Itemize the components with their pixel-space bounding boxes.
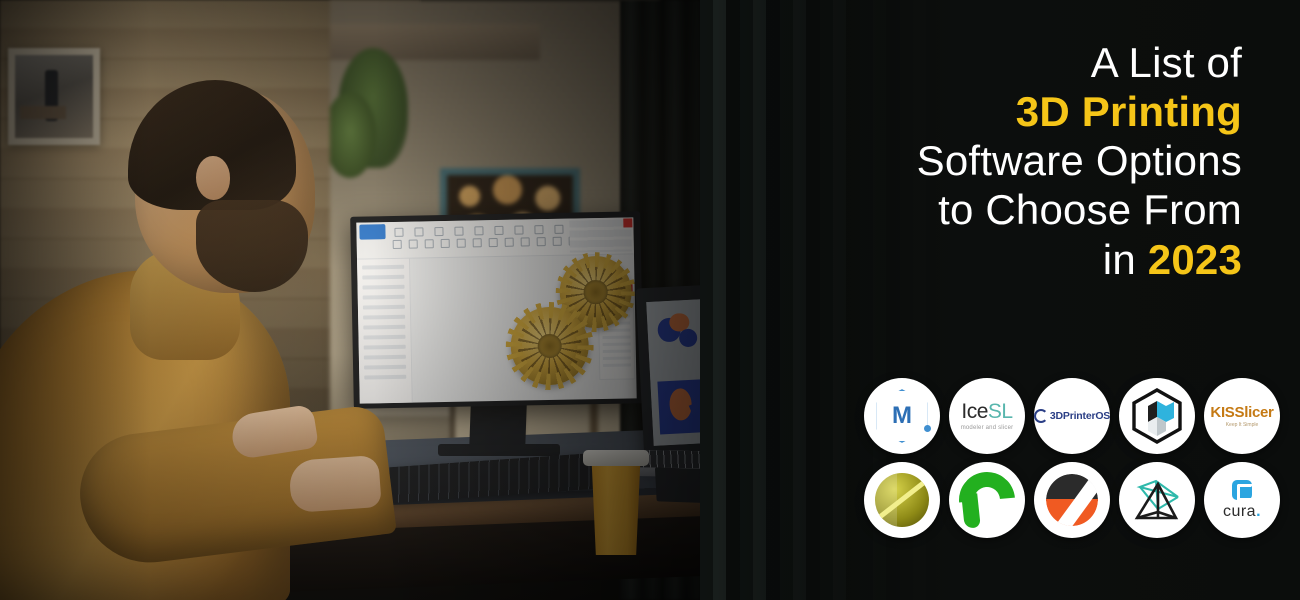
logo-slic3r[interactable]	[864, 462, 940, 538]
hexagon-cube-icon	[1128, 387, 1186, 445]
icesl-name-accent: SL	[987, 400, 1013, 423]
icesl-tagline: modeler and slicer	[960, 425, 1014, 431]
person-beard	[196, 200, 308, 292]
headline-line-5: in 2023	[772, 235, 1242, 284]
person-right-hand	[288, 454, 382, 514]
logo-row-1: M IceSL modeler and slicer 3DPrinterOS K…	[840, 378, 1280, 454]
close-icon[interactable]	[623, 218, 633, 228]
cad-model-gear-lower	[505, 301, 595, 391]
3dprinteros-wordmark: 3DPrinterOS	[1034, 409, 1110, 423]
logo-icesl[interactable]: IceSL modeler and slicer	[949, 378, 1025, 454]
coffee-cup	[591, 455, 641, 555]
teal-pyramid-wireframe-icon	[1128, 475, 1186, 525]
person-at-desk	[0, 60, 397, 600]
icesl-name: Ice	[961, 400, 988, 423]
headline-line-4: to Choose From	[938, 186, 1242, 234]
cura-name: cura	[1222, 503, 1257, 520]
sliced-sphere-icon	[875, 473, 929, 527]
kisslicer-wordmark: KISSlicer Keep It Simple	[1210, 405, 1273, 428]
headline-line-2: 3D Printing	[1015, 88, 1242, 136]
headline-year: 2023	[1147, 235, 1242, 283]
monitor-base	[438, 444, 560, 456]
logo-cura[interactable]: cura.	[1204, 462, 1280, 538]
monitor-stand	[469, 404, 527, 448]
kisslicer-tagline: Keep It Simple	[1225, 421, 1259, 428]
logo-repetier[interactable]	[949, 462, 1025, 538]
logo-row-2: cura.	[840, 462, 1280, 538]
page-title: A List of 3D Printing Software Options t…	[772, 38, 1242, 284]
3dprinteros-name: 3DPrinterOS	[1049, 410, 1110, 422]
cura-c-icon	[1231, 480, 1254, 501]
logo-matterhackers[interactable]: M	[864, 378, 940, 454]
headline-line-3: Software Options	[916, 137, 1242, 185]
logo-simplify3d[interactable]	[1119, 378, 1195, 454]
circle-arc-icon	[1034, 409, 1048, 423]
coffee-cup-lid	[583, 450, 649, 466]
person-ear	[196, 156, 230, 200]
cad-toolbar-row-2	[391, 236, 578, 249]
monitor-screen	[356, 217, 637, 404]
software-logo-grid: M IceSL modeler and slicer 3DPrinterOS K…	[840, 378, 1280, 546]
logo-prusaslicer[interactable]	[1034, 462, 1110, 538]
desktop-monitor	[350, 211, 644, 409]
cura-wordmark: cura.	[1223, 480, 1261, 520]
logo-3dprinteros[interactable]: 3DPrinterOS	[1034, 378, 1110, 454]
headline-line-1: A List of	[1090, 39, 1242, 86]
logo-meshmixer[interactable]	[1119, 462, 1195, 538]
orange-black-sphere-icon	[1046, 474, 1098, 526]
kisslicer-name: KISSlicer	[1210, 403, 1274, 421]
logo-kisslicer[interactable]: KISSlicer Keep It Simple	[1204, 378, 1280, 454]
icesl-wordmark: IceSL modeler and slicer	[961, 401, 1014, 431]
cura-dot: .	[1256, 503, 1262, 520]
promo-banner: A List of 3D Printing Software Options t…	[0, 0, 1300, 600]
cad-toolbar-row-1	[390, 224, 564, 237]
green-hook-icon	[949, 462, 1025, 538]
hexagon-m-icon: M	[874, 388, 931, 444]
headline-line-5-prefix: in	[1102, 235, 1136, 283]
hexagon-m-letter: M	[892, 402, 912, 429]
